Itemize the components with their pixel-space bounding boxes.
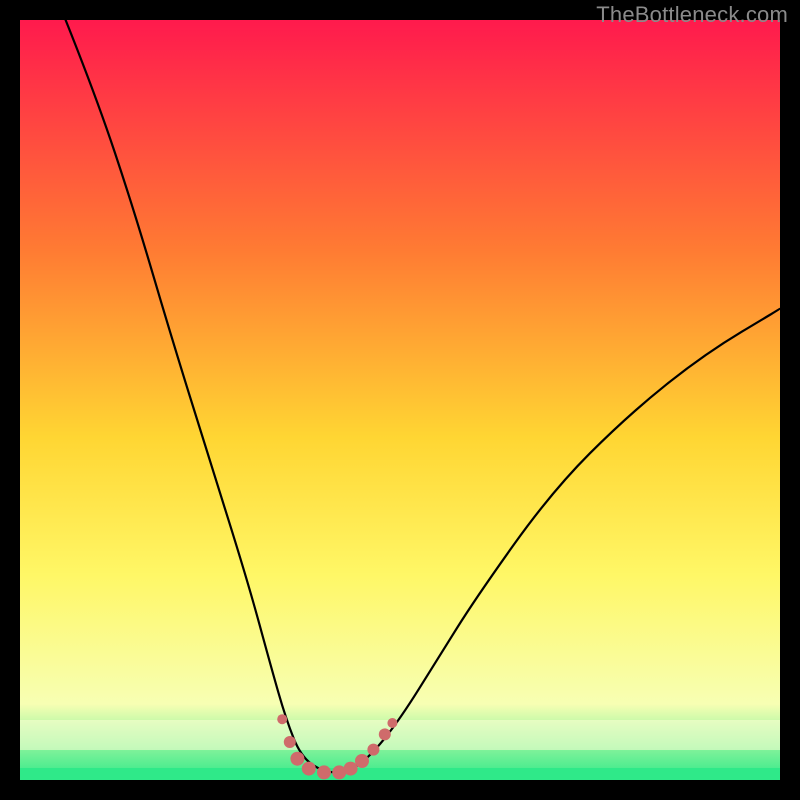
watermark-text: TheBottleneck.com: [596, 2, 788, 28]
green-baseline: [20, 768, 780, 780]
marker-dot: [277, 714, 287, 724]
marker-dot: [317, 765, 331, 779]
chart-frame: TheBottleneck.com: [0, 0, 800, 800]
marker-dot: [290, 752, 304, 766]
marker-dot: [367, 744, 379, 756]
plot-area: [20, 20, 780, 780]
marker-dot: [387, 718, 397, 728]
marker-dot: [344, 762, 358, 776]
gradient-background: [20, 20, 780, 780]
marker-dot: [302, 762, 316, 776]
marker-dot: [379, 728, 391, 740]
marker-dot: [284, 736, 296, 748]
bottleneck-chart: [20, 20, 780, 780]
marker-dot: [355, 754, 369, 768]
pale-band: [20, 720, 780, 750]
